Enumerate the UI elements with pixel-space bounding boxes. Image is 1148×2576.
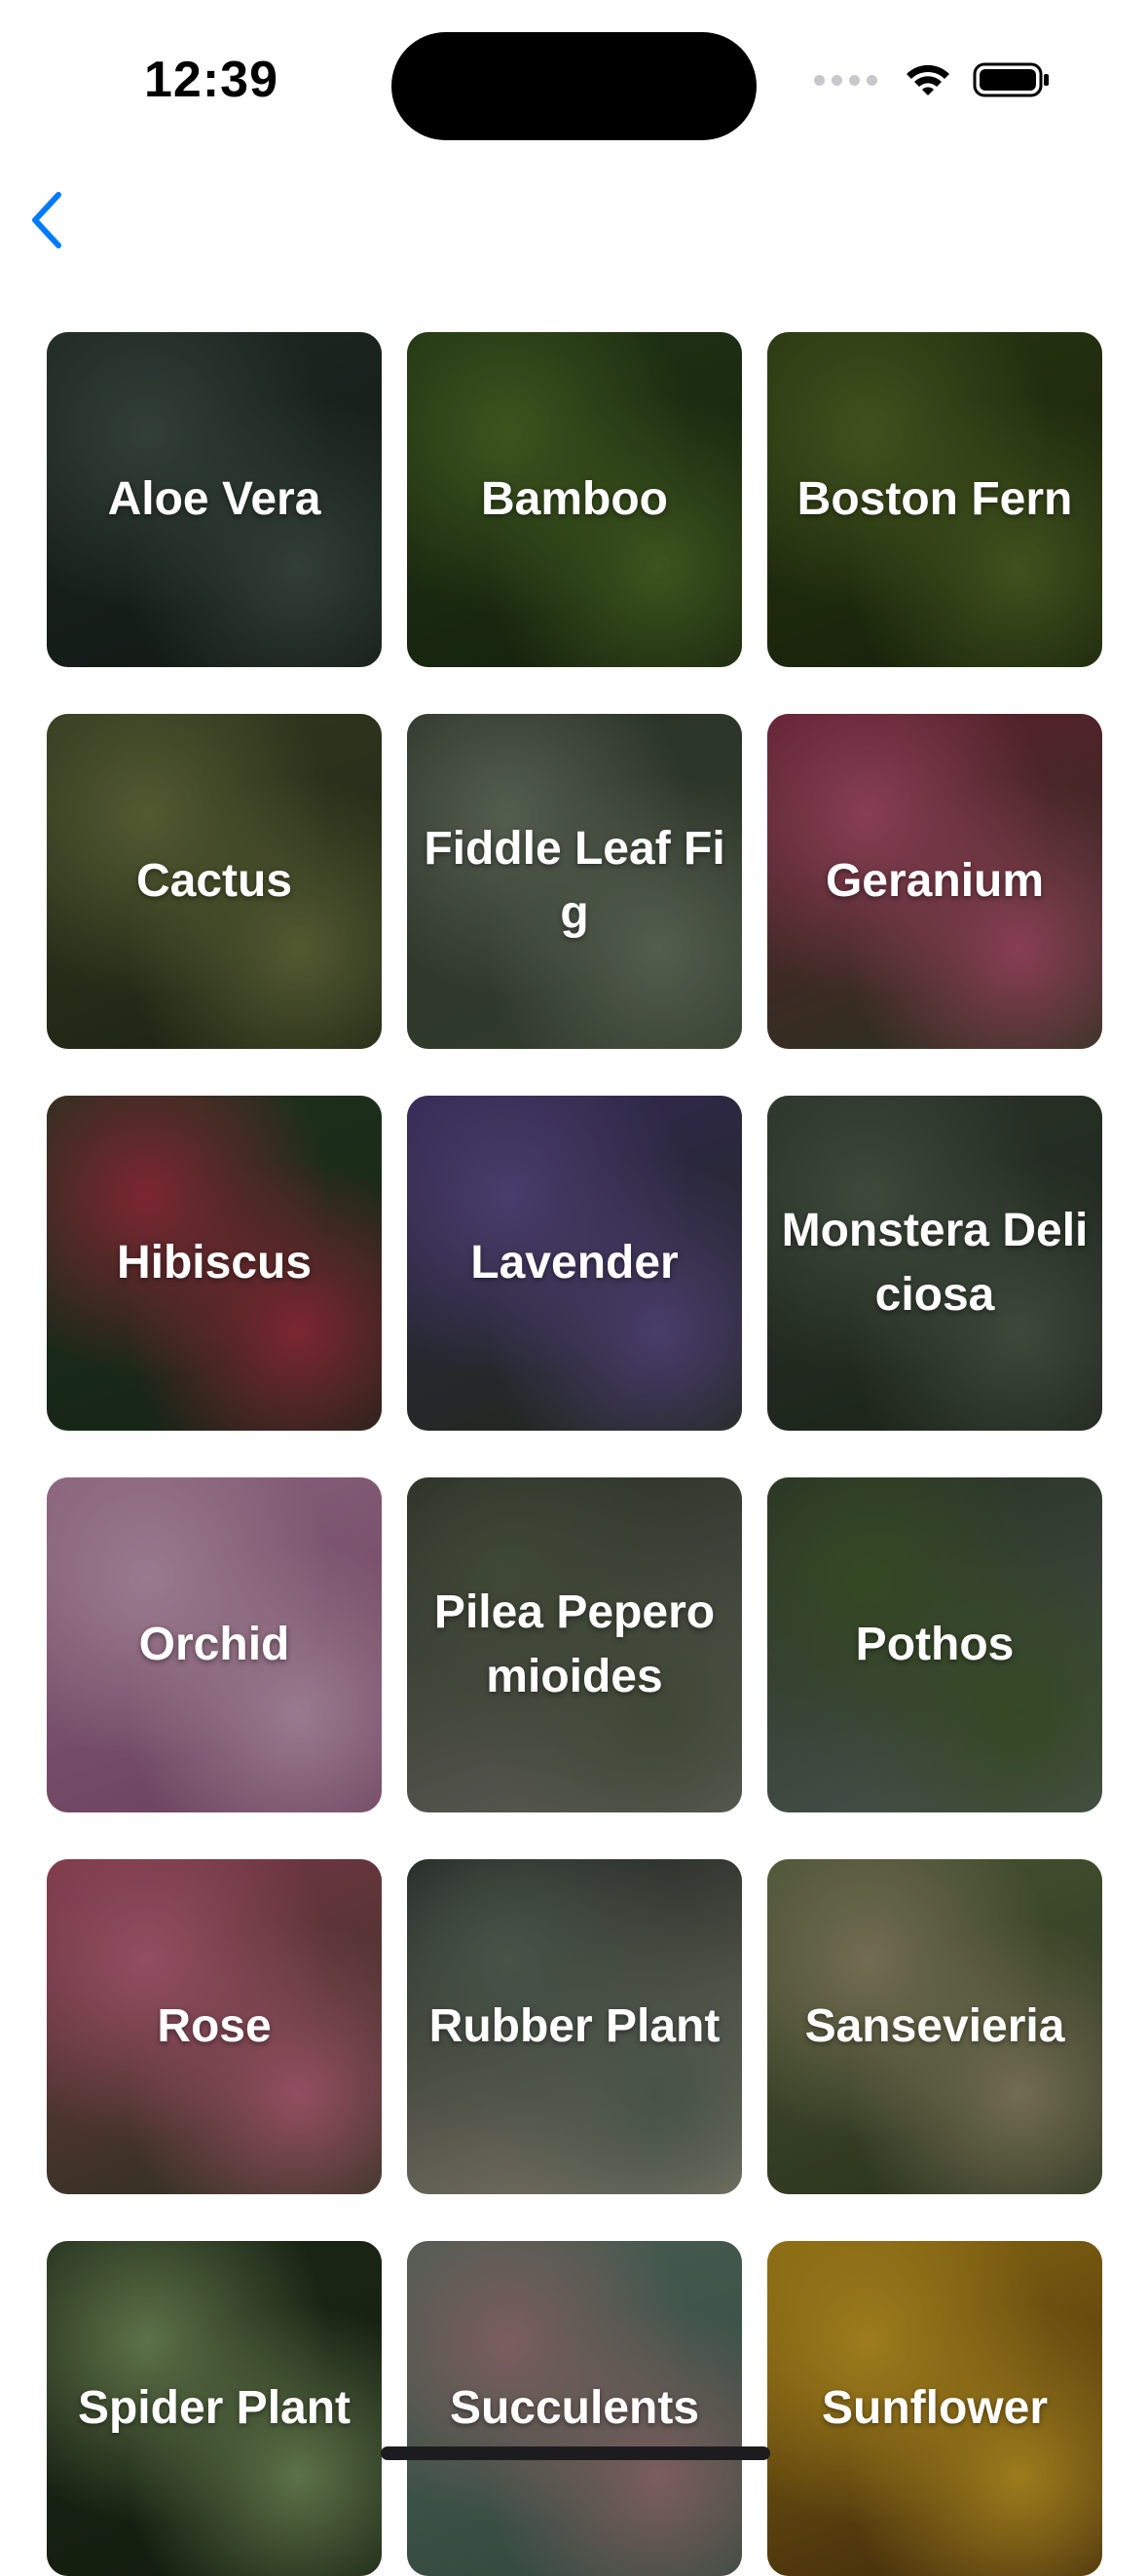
plant-name: Sunflower	[821, 2382, 1048, 2434]
dynamic-island	[391, 32, 757, 140]
status-indicators	[814, 60, 1051, 99]
plant-name: Pilea Peperomioides	[433, 1587, 716, 1702]
plant-name: Spider Plant	[77, 2382, 352, 2434]
plant-tile-aloe-vera[interactable]: Aloe Vera	[47, 332, 382, 667]
plant-tile-boston-fern[interactable]: Boston Fern	[767, 332, 1102, 667]
plant-tile-hibiscus[interactable]: Hibiscus	[47, 1096, 382, 1431]
plant-name: Pothos	[855, 1619, 1015, 1670]
plant-tile-cactus[interactable]: Cactus	[47, 714, 382, 1049]
back-button[interactable]	[18, 185, 76, 255]
plant-tile-sunflower[interactable]: Sunflower	[767, 2241, 1102, 2576]
plant-name: Lavender	[470, 1237, 679, 1288]
plant-tile-geranium[interactable]: Geranium	[767, 714, 1102, 1049]
plant-name: Orchid	[138, 1619, 290, 1670]
plant-name: Fiddle Leaf Fig	[424, 823, 725, 939]
plant-tile-monstera-deliciosa[interactable]: Monstera Deliciosa	[767, 1096, 1102, 1431]
plant-tile-fiddle-leaf-fig[interactable]: Fiddle Leaf Fig	[407, 714, 742, 1049]
plant-name: Bamboo	[481, 473, 668, 525]
plant-tile-pothos[interactable]: Pothos	[767, 1477, 1102, 1812]
plant-name: Hibiscus	[116, 1237, 313, 1288]
plant-tile-pilea-peperomioides[interactable]: Pilea Peperomioides	[407, 1477, 742, 1812]
plant-name: Aloe Vera	[107, 473, 321, 525]
plant-tile-bamboo[interactable]: Bamboo	[407, 332, 742, 667]
plant-name: Monstera Deliciosa	[781, 1205, 1089, 1321]
home-indicator	[381, 2446, 770, 2460]
plant-tile-orchid[interactable]: Orchid	[47, 1477, 382, 1812]
plant-name: Succulents	[449, 2382, 700, 2434]
plant-name: Rubber Plant	[428, 2000, 721, 2052]
plant-name: Cactus	[135, 855, 293, 907]
plant-tile-rubber-plant[interactable]: Rubber Plant	[407, 1859, 742, 2194]
status-bar: 12:39	[0, 0, 1148, 166]
plant-name: Boston Fern	[796, 473, 1073, 525]
status-time: 12:39	[144, 52, 278, 108]
plant-name: Sansevieria	[804, 2000, 1065, 2052]
chevron-left-icon	[32, 192, 61, 248]
plant-tile-spider-plant[interactable]: Spider Plant	[47, 2241, 382, 2576]
cellular-signal-icon	[814, 74, 877, 86]
plant-grid: Aloe Vera Bamboo Boston Fern Cactus Fiddle L…	[47, 332, 1102, 2576]
plant-name: Rose	[157, 2000, 272, 2052]
plant-tile-rose[interactable]: Rose	[47, 1859, 382, 2194]
wifi-icon	[907, 64, 949, 95]
plant-tile-lavender[interactable]: Lavender	[407, 1096, 742, 1431]
plant-tile-sansevieria[interactable]: Sansevieria	[767, 1859, 1102, 2194]
plant-name: Geranium	[825, 855, 1045, 907]
battery-icon	[973, 62, 1049, 97]
plant-tile-succulents[interactable]: Succulents	[407, 2241, 742, 2576]
